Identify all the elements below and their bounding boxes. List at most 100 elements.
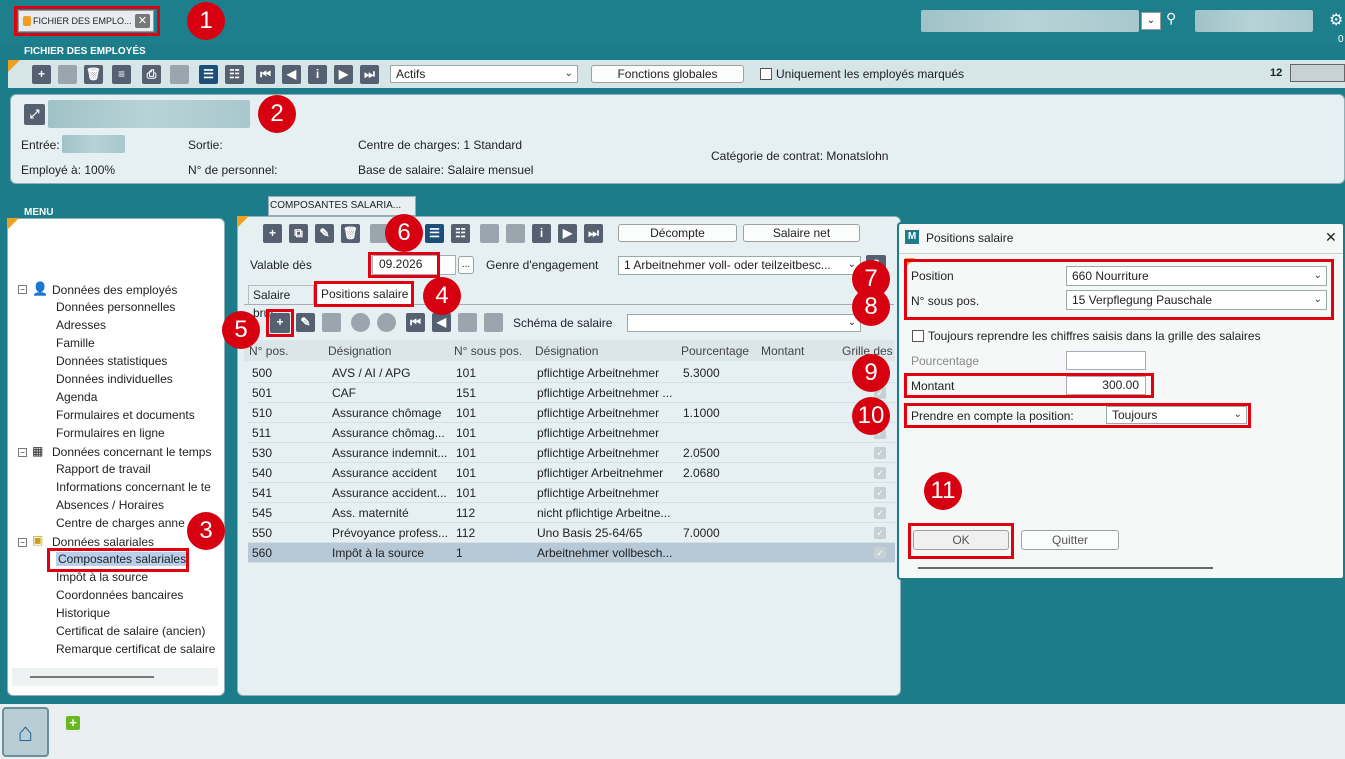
- search-field-blurred[interactable]: [921, 10, 1139, 32]
- add-button[interactable]: +: [263, 224, 282, 243]
- copy-button[interactable]: [58, 65, 77, 84]
- col-header[interactable]: N° sous pos.: [454, 344, 522, 358]
- disabled-icon[interactable]: [351, 313, 370, 332]
- salaire-net-button[interactable]: Salaire net: [743, 224, 860, 242]
- valable-input[interactable]: 09.2026: [372, 255, 456, 275]
- col-header[interactable]: Désignation: [328, 344, 391, 358]
- table-row[interactable]: 550 Prévoyance profess... 112 Uno Basis 25-…: [248, 523, 895, 543]
- add-button[interactable]: +: [32, 65, 51, 84]
- home-icon[interactable]: ⌂: [2, 707, 49, 757]
- table-row[interactable]: 545 Ass. maternité 112 nicht pflichtige Arb…: [248, 503, 895, 523]
- col-header[interactable]: Désignation: [535, 344, 598, 358]
- tree-item-selected[interactable]: Composantes salariales: [56, 552, 189, 566]
- grid-checkbox[interactable]: ✓: [874, 487, 886, 499]
- add-icon[interactable]: +: [66, 716, 80, 730]
- disabled-icon[interactable]: [506, 224, 525, 243]
- tree-item[interactable]: Données individuelles: [56, 372, 173, 386]
- tree-group-temps[interactable]: Données concernant le temps: [52, 445, 211, 459]
- prev-record-icon[interactable]: ◀: [282, 65, 301, 84]
- position-select[interactable]: 660 Nourriture ⌄: [1066, 266, 1327, 286]
- tree-item[interactable]: Rapport de travail: [56, 462, 151, 476]
- table-row[interactable]: 540 Assurance accident 101 pflichtiger Arbe…: [248, 463, 895, 483]
- import-icon[interactable]: ≡: [112, 65, 131, 84]
- marked-checkbox[interactable]: [760, 68, 772, 80]
- document-tab[interactable]: FICHIER DES EMPLO... ✕: [18, 10, 154, 32]
- tab-positions-salaire[interactable]: Positions salaire: [316, 283, 412, 305]
- copy-icon[interactable]: ⧉: [289, 224, 308, 243]
- first-record-icon[interactable]: ⏮: [406, 313, 425, 332]
- disabled-icon[interactable]: [377, 313, 396, 332]
- info-icon[interactable]: i: [308, 65, 327, 84]
- schema-select[interactable]: ⌄: [627, 314, 861, 332]
- tree-item[interactable]: Historique: [56, 606, 110, 620]
- delete-icon[interactable]: 🗑: [341, 224, 360, 243]
- collapse-icon[interactable]: −: [18, 285, 27, 294]
- tab-salaire-brut[interactable]: Salaire brut: [248, 285, 314, 320]
- tree-group-salariales[interactable]: Données salariales: [52, 535, 154, 549]
- tree-item[interactable]: Formulaires en ligne: [56, 426, 165, 440]
- detail-view-icon[interactable]: ☷: [451, 224, 470, 243]
- grid-checkbox[interactable]: ✓: [874, 447, 886, 459]
- date-picker-button[interactable]: ...: [458, 256, 474, 274]
- tree-item[interactable]: Agenda: [56, 390, 97, 404]
- disabled-icon[interactable]: [322, 313, 341, 332]
- global-functions-button[interactable]: Fonctions globales: [591, 65, 744, 83]
- tree-item[interactable]: Famille: [56, 336, 95, 350]
- grid-checkbox[interactable]: ✓: [874, 527, 886, 539]
- prendre-select[interactable]: Toujours ⌄: [1106, 406, 1247, 424]
- table-row[interactable]: 500 AVS / AI / APG 101 pflichtige Arbeitneh…: [248, 363, 895, 383]
- tree-item[interactable]: Données personnelles: [56, 300, 175, 314]
- search-icon[interactable]: ⚲: [1166, 10, 1176, 27]
- detail-view-icon[interactable]: ☷: [225, 65, 244, 84]
- delete-icon[interactable]: 🗑: [84, 65, 103, 84]
- salary-tab[interactable]: COMPOSANTES SALARIA...: [268, 196, 416, 216]
- tree-item[interactable]: Impôt à la source: [56, 570, 148, 584]
- disabled-icon[interactable]: [480, 224, 499, 243]
- grid-checkbox[interactable]: ✓: [874, 467, 886, 479]
- tree-item[interactable]: Informations concernant le te: [56, 480, 211, 494]
- tree-item[interactable]: Remarque certificat de salaire: [56, 642, 215, 656]
- close-icon[interactable]: ✕: [1325, 229, 1337, 246]
- close-icon[interactable]: ✕: [135, 14, 150, 28]
- print-icon[interactable]: ⎙: [142, 65, 161, 84]
- page-scroll[interactable]: [1290, 64, 1345, 82]
- dialog-scrollbar[interactable]: [918, 567, 1213, 569]
- disabled-icon[interactable]: [484, 313, 503, 332]
- chevron-down-icon[interactable]: ⌄: [1141, 12, 1161, 30]
- table-row[interactable]: 511 Assurance chômag... 101 pflichtige Arbe…: [248, 423, 895, 443]
- subpos-select[interactable]: 15 Verpflegung Pauschale ⌄: [1066, 290, 1327, 310]
- decompte-button[interactable]: Décompte: [618, 224, 737, 242]
- col-header[interactable]: Pourcentage: [681, 344, 749, 358]
- table-row[interactable]: 560 Impôt à la source 1 Arbeitnehmer vollbe…: [248, 543, 895, 563]
- always-checkbox[interactable]: [912, 330, 924, 342]
- ok-button[interactable]: OK: [913, 530, 1009, 550]
- filter-select[interactable]: Actifs ⌄: [390, 65, 578, 83]
- quitter-button[interactable]: Quitter: [1021, 530, 1119, 550]
- grid-checkbox[interactable]: ✓: [874, 547, 886, 559]
- table-row[interactable]: 510 Assurance chômage 101 pflichtige Arbeit…: [248, 403, 895, 423]
- list-view-icon[interactable]: ☰: [425, 224, 444, 243]
- genre-select[interactable]: 1 Arbeitnehmer voll- oder teilzeitbesc..…: [618, 256, 861, 275]
- next-record-icon[interactable]: ▶: [558, 224, 577, 243]
- tree-item[interactable]: Coordonnées bancaires: [56, 588, 183, 602]
- table-row[interactable]: 501 CAF 151 pflichtige Arbeitnehmer ... ✓: [248, 383, 895, 403]
- tree-item[interactable]: Formulaires et documents: [56, 408, 195, 422]
- tree-group-employes[interactable]: Données des employés: [52, 283, 177, 297]
- table-row[interactable]: 541 Assurance accident... 101 pflichtige Ar…: [248, 483, 895, 503]
- col-header[interactable]: N° pos.: [249, 344, 288, 358]
- edit-icon[interactable]: ✎: [296, 313, 315, 332]
- col-header[interactable]: Montant: [761, 344, 804, 358]
- montant-input[interactable]: 300.00: [1066, 376, 1146, 395]
- tree-item[interactable]: Adresses: [56, 318, 106, 332]
- disabled-icon[interactable]: [170, 65, 189, 84]
- list-view-icon[interactable]: ☰: [199, 65, 218, 84]
- tree-item[interactable]: Centre de charges anne: [56, 516, 185, 530]
- disabled-icon[interactable]: [458, 313, 477, 332]
- network-icon[interactable]: ⚙: [1329, 10, 1343, 30]
- next-record-icon[interactable]: ▶: [334, 65, 353, 84]
- last-record-icon[interactable]: ⏭: [360, 65, 379, 84]
- pourcentage-input[interactable]: [1066, 351, 1146, 370]
- grid-checkbox[interactable]: ✓: [874, 507, 886, 519]
- table-row[interactable]: 530 Assurance indemnit... 101 pflichtige Ar…: [248, 443, 895, 463]
- collapse-icon[interactable]: −: [18, 538, 27, 547]
